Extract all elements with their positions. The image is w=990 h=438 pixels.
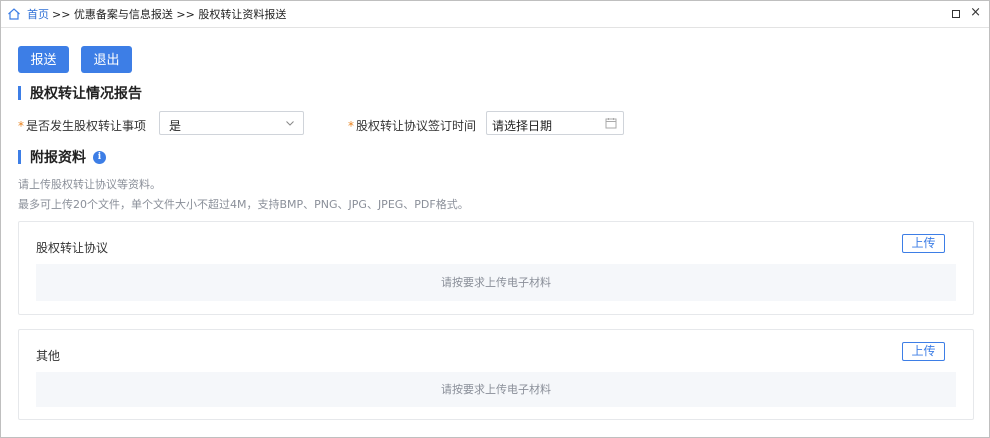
upload-hint-line1: 请上传股权转让协议等资料。	[18, 178, 161, 191]
breadcrumb-path: >> 优惠备案与信息报送 >> 股权转让资料报送	[52, 8, 287, 21]
panel-title: 其他	[36, 349, 61, 363]
section-report-header: 股权转让情况报告	[18, 84, 142, 102]
required-mark: *	[18, 119, 24, 133]
title-bar: 首页 >> 优惠备案与信息报送 >> 股权转让资料报送 ×	[1, 1, 989, 28]
signing-date-picker[interactable]: 请选择日期	[486, 111, 624, 135]
chevron-down-icon	[286, 121, 294, 126]
occurred-label: * 是否发生股权转让事项	[18, 117, 146, 134]
restore-icon[interactable]	[952, 10, 961, 18]
section-attach-title: 附报资料	[30, 150, 86, 166]
upload-button[interactable]: 上传	[902, 234, 945, 253]
report-button[interactable]: 报送	[18, 46, 69, 73]
occurred-label-text: 是否发生股权转让事项	[26, 119, 147, 133]
window-frame: 首页 >> 优惠备案与信息报送 >> 股权转让资料报送 × 报送 退出 股权转让…	[0, 0, 990, 438]
exit-button[interactable]: 退出	[81, 46, 132, 73]
upload-hint-line2: 最多可上传20个文件，单个文件大小不超过4M，支持BMP、PNG、JPG、JPE…	[18, 198, 469, 211]
section-report-title: 股权转让情况报告	[30, 86, 142, 102]
close-icon[interactable]: ×	[970, 6, 981, 19]
breadcrumb-home-link[interactable]: 首页	[27, 8, 49, 22]
panel-title: 股权转让协议	[36, 241, 109, 255]
signing-label-text: 股权转让协议签订时间	[356, 119, 477, 133]
upload-panel-agreement: 股权转让协议 上传 请按要求上传电子材料	[18, 221, 974, 315]
home-icon[interactable]	[7, 7, 21, 21]
upload-button[interactable]: 上传	[902, 342, 945, 361]
upload-dropzone[interactable]: 请按要求上传电子材料	[36, 372, 956, 407]
upload-panel-other: 其他 上传 请按要求上传电子材料	[18, 329, 974, 420]
section-accent-bar	[18, 86, 21, 100]
calendar-icon	[605, 118, 617, 129]
window-controls: ×	[952, 6, 981, 19]
occurred-select[interactable]: 是	[159, 111, 304, 135]
occurred-select-value: 是	[169, 119, 182, 133]
section-attach-header: 附报资料 i	[18, 148, 106, 166]
required-mark: *	[348, 119, 354, 133]
signing-label: * 股权转让协议签订时间	[348, 117, 476, 134]
info-icon[interactable]: i	[93, 150, 106, 164]
signing-date-placeholder: 请选择日期	[492, 119, 553, 133]
section-accent-bar	[18, 150, 21, 164]
upload-dropzone[interactable]: 请按要求上传电子材料	[36, 264, 956, 301]
